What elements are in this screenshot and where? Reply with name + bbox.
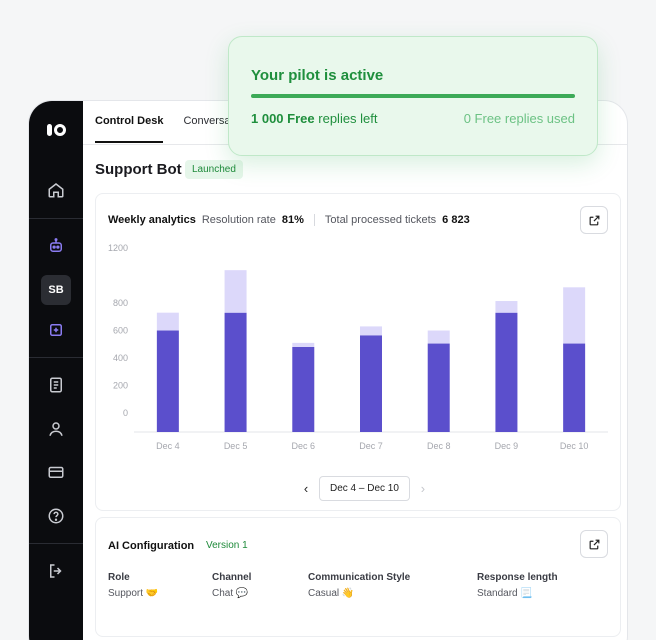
- open-analytics-button[interactable]: [580, 206, 608, 234]
- y-tick-label: 600: [113, 326, 128, 336]
- open-config-button[interactable]: [580, 530, 608, 558]
- bar-resolved: [224, 312, 247, 432]
- y-tick-label: 1200: [108, 243, 128, 253]
- x-tick-label: Dec 5: [224, 441, 248, 451]
- main-content: Control Desk Conversat Support Bot Launc…: [83, 101, 627, 640]
- config-channel: Channel Chat 💬: [212, 572, 252, 599]
- tab-conversations[interactable]: Conversat: [183, 115, 233, 143]
- resolution-value: 81%: [281, 214, 304, 226]
- bar-resolved: [495, 312, 518, 432]
- analytics-card: Weekly analytics Resolution rate 81% Tot…: [95, 193, 621, 511]
- x-tick-label: Dec 4: [156, 441, 180, 451]
- y-tick-label: 0: [123, 408, 128, 418]
- bar-remaining: [156, 312, 179, 331]
- config-title: AI Configuration: [108, 540, 195, 552]
- weekly-analytics-chart: 1200 800 600 400 200 0 Dec 4 Dec 5 Dec 6 Dec 7 Dec…: [108, 243, 608, 451]
- config-response-length: Response length Standard 📃: [477, 572, 558, 599]
- x-tick-label: Dec 9: [495, 441, 519, 451]
- x-tick-label: Dec 10: [560, 441, 589, 451]
- config-version: Version 1: [206, 540, 248, 551]
- pilot-status-card: Your pilot is active 1 000 Free replies …: [228, 36, 598, 156]
- tickets-value: 6 823: [442, 214, 470, 226]
- free-replies-left: 1 000 Free replies left: [251, 111, 378, 126]
- bar-remaining: [563, 287, 586, 344]
- next-week-button[interactable]: ›: [418, 481, 428, 496]
- sidebar: SB: [29, 101, 83, 640]
- x-tick-label: Dec 6: [292, 441, 316, 451]
- page-title: Support Bot: [95, 161, 182, 178]
- x-tick-label: Dec 8: [427, 441, 451, 451]
- bar-resolved: [156, 330, 179, 432]
- pilot-progress-bar: [251, 94, 575, 98]
- help-icon[interactable]: [41, 501, 71, 531]
- bar-resolved: [360, 335, 382, 432]
- x-tick-label: Dec 7: [359, 441, 383, 451]
- bar-resolved: [563, 343, 586, 432]
- bar-remaining: [427, 330, 450, 344]
- free-replies-used: 0 Free replies used: [463, 111, 575, 126]
- date-range-button[interactable]: Dec 4 – Dec 10: [319, 476, 410, 501]
- date-range-nav: ‹ Dec 4 – Dec 10 ›: [301, 476, 428, 501]
- ai-configuration-card: AI Configuration Version 1 Role Support …: [95, 517, 621, 637]
- y-tick-label: 800: [113, 298, 128, 308]
- resolution-label: Resolution rate: [201, 214, 276, 226]
- card-icon[interactable]: [41, 457, 71, 487]
- bar-resolved: [292, 346, 315, 432]
- bar-remaining: [224, 270, 247, 313]
- bot-icon[interactable]: [41, 231, 71, 261]
- logo-icon: [43, 121, 69, 139]
- user-icon[interactable]: [41, 414, 71, 444]
- external-link-icon: [589, 215, 599, 225]
- bar-remaining: [360, 326, 382, 336]
- home-icon[interactable]: [41, 175, 71, 205]
- bar-remaining: [495, 301, 518, 313]
- config-role: Role Support 🤝: [108, 572, 159, 599]
- tickets-label: Total processed tickets: [324, 214, 437, 226]
- pilot-title: Your pilot is active: [251, 67, 384, 84]
- app-window: SB Control Desk Conversat Support Bot La…: [28, 100, 628, 640]
- bar-resolved: [427, 343, 450, 432]
- document-icon[interactable]: [41, 370, 71, 400]
- add-bot-icon[interactable]: [41, 315, 71, 345]
- analytics-header: Weekly analytics Resolution rate 81% Tot…: [108, 214, 470, 226]
- tab-control-desk[interactable]: Control Desk: [95, 115, 164, 143]
- prev-week-button[interactable]: ‹: [301, 481, 311, 496]
- y-tick-label: 200: [113, 380, 128, 390]
- config-communication-style: Communication Style Casual 👋: [308, 572, 411, 599]
- external-link-icon: [589, 539, 599, 549]
- sidebar-item-support-bot[interactable]: SB: [41, 275, 71, 305]
- tab-bar: Control Desk Conversat: [95, 115, 234, 143]
- status-badge: Launched: [185, 160, 243, 179]
- logout-icon[interactable]: [41, 556, 71, 586]
- y-tick-label: 400: [113, 353, 128, 363]
- bar-remaining: [292, 342, 315, 347]
- analytics-title: Weekly analytics: [108, 214, 196, 226]
